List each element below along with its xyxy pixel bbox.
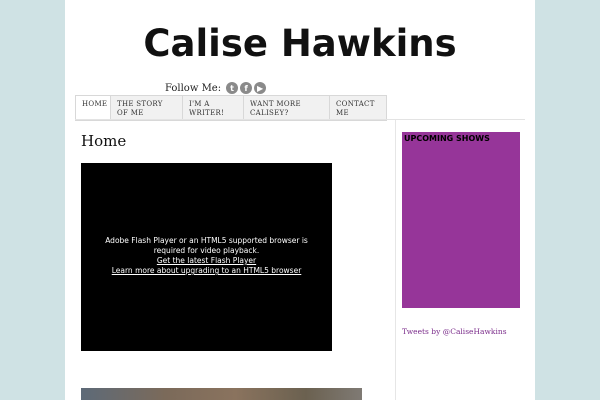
nav-item-story[interactable]: The Story of Me — [111, 96, 183, 120]
nav-item-home[interactable]: Home — [76, 96, 111, 120]
site-title[interactable]: Calise Hawkins — [65, 22, 535, 65]
upcoming-shows-widget: UPCOMING SHOWS — [402, 132, 520, 308]
widget-title: UPCOMING SHOWS — [404, 134, 490, 143]
facebook-icon[interactable]: f — [240, 82, 253, 94]
header-divider — [75, 119, 525, 120]
video-message: Adobe Flash Player or an HTML5 supported… — [105, 236, 308, 255]
flash-player-link[interactable]: Get the latest Flash Player — [91, 256, 322, 266]
tweets-link-label: Tweets by @CaliseHawkins — [402, 327, 507, 336]
page-container: Calise Hawkins Follow Me: t f ▶ Home The… — [65, 0, 535, 400]
page-heading: Home — [81, 132, 127, 150]
nav-item-more[interactable]: Want More Calisey? — [244, 96, 330, 120]
featured-photo — [81, 388, 362, 400]
nav-item-writer[interactable]: I'm a Writer! — [183, 96, 244, 120]
video-player[interactable]: Adobe Flash Player or an HTML5 supported… — [81, 163, 332, 351]
youtube-icon[interactable]: ▶ — [254, 82, 267, 94]
sidebar-divider — [395, 120, 396, 400]
twitter-icon[interactable]: t — [226, 82, 239, 94]
html5-browser-link[interactable]: Learn more about upgrading to an HTML5 b… — [91, 266, 322, 276]
follow-bar: Follow Me: t f ▶ — [165, 80, 268, 96]
tweets-link[interactable]: Tweets by @CaliseHawkins — [402, 327, 507, 336]
nav-item-contact[interactable]: Contact Me — [330, 96, 386, 120]
main-nav: Home The Story of Me I'm a Writer! Want … — [75, 95, 387, 121]
follow-label: Follow Me: — [165, 82, 222, 94]
